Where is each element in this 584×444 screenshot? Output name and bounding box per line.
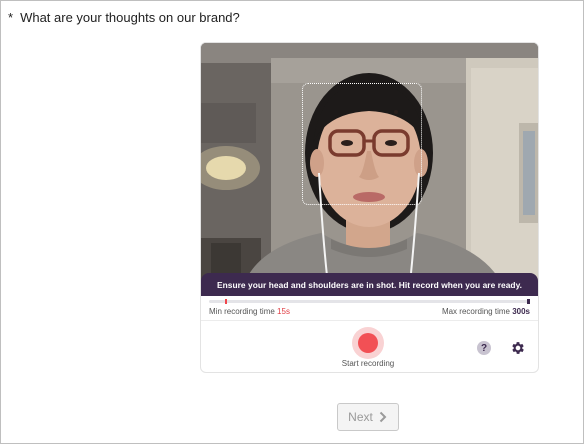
question-text: What are your thoughts on our brand?	[20, 10, 240, 25]
min-recording-time: Min recording time 15s	[209, 307, 290, 316]
start-recording-label: Start recording	[341, 359, 395, 368]
divider	[201, 320, 538, 321]
max-recording-time: Max recording time 300s	[442, 307, 530, 316]
gear-icon	[512, 342, 524, 354]
min-time-marker	[225, 299, 227, 304]
face-guide-frame	[302, 83, 422, 205]
required-marker: *	[8, 10, 14, 25]
instruction-text: Ensure your head and shoulders are in sh…	[216, 279, 523, 290]
recording-time-bar	[209, 299, 530, 304]
max-recording-value: 300s	[512, 307, 530, 316]
min-recording-value: 15s	[277, 307, 290, 316]
chevron-right-icon	[379, 411, 387, 423]
camera-preview	[201, 43, 538, 294]
max-recording-label: Max recording time	[441, 307, 510, 316]
settings-button[interactable]	[510, 340, 526, 356]
max-time-marker	[527, 299, 530, 304]
next-button[interactable]: Next	[337, 403, 399, 431]
question: * What are your thoughts on our brand?	[8, 10, 240, 25]
record-icon	[358, 333, 378, 353]
instruction-banner: Ensure your head and shoulders are in sh…	[201, 273, 538, 296]
next-label: Next	[348, 410, 373, 424]
help-icon: ?	[480, 342, 488, 354]
video-recorder-card: Ensure your head and shoulders are in sh…	[200, 42, 539, 373]
min-recording-label: Min recording time	[209, 307, 275, 316]
help-button[interactable]: ?	[477, 341, 491, 355]
start-recording-button[interactable]	[352, 327, 384, 359]
recording-limits: Min recording time 15s Max recording tim…	[209, 307, 530, 316]
survey-frame: * What are your thoughts on our brand? E…	[0, 0, 584, 444]
